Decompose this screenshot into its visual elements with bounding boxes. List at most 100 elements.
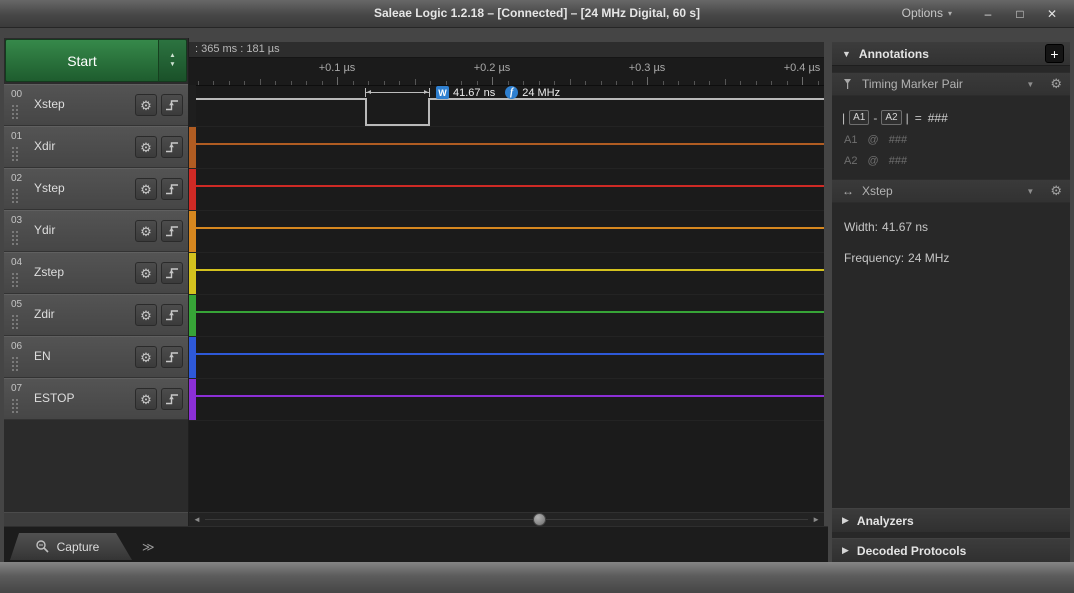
channel-row[interactable]: 03 Ydir ⚙	[4, 210, 188, 252]
waveform-channel-row[interactable]	[189, 211, 824, 253]
channel-row[interactable]: 02 Ystep ⚙	[4, 168, 188, 210]
waveform-trace-segment	[365, 98, 367, 126]
trigger-edge-icon	[166, 310, 178, 321]
drag-handle-icon[interactable]	[12, 273, 14, 275]
add-annotation-button[interactable]: +	[1045, 44, 1064, 63]
drag-handle-icon[interactable]	[12, 399, 14, 401]
waveform-channel-row[interactable]	[189, 379, 824, 421]
gear-icon: ⚙	[140, 265, 152, 281]
drag-handle-icon[interactable]	[12, 189, 14, 191]
drag-handle-icon[interactable]	[12, 231, 14, 233]
annotations-header[interactable]: ▼ Annotations +	[832, 42, 1070, 66]
capture-tab-label: Capture	[56, 539, 100, 554]
scroll-right-button[interactable]: ►	[812, 514, 820, 526]
waveform-channel-row[interactable]	[189, 337, 824, 379]
channel-trigger-button[interactable]	[161, 262, 183, 284]
frequency-value: 24 MHz	[908, 251, 950, 265]
waveform-trace-container	[189, 169, 824, 210]
channel-number: 04	[11, 257, 23, 268]
waveform-trace-segment	[196, 311, 824, 313]
gear-icon[interactable]: ⚙	[1050, 76, 1062, 92]
waveform-channel-row[interactable]	[189, 169, 824, 211]
waveform-channel-row[interactable]	[189, 295, 824, 337]
channel-number: 02	[11, 173, 23, 184]
channel-number: 01	[11, 131, 23, 142]
channel-row[interactable]: 07 ESTOP ⚙	[4, 378, 188, 420]
a1-value: ###	[888, 134, 908, 146]
width-arrows-icon: ↔	[842, 184, 854, 198]
bottom-tab-bar: Capture ≫	[4, 526, 828, 562]
channel-settings-button[interactable]: ⚙	[135, 262, 157, 284]
waveform-channel-row[interactable]	[189, 127, 824, 169]
scrollbar-track[interactable]	[205, 519, 808, 520]
timing-marker-pair-icon	[844, 79, 851, 89]
channel-number: 05	[11, 299, 23, 310]
channel-settings-button[interactable]: ⚙	[135, 346, 157, 368]
drag-handle-icon[interactable]	[12, 315, 14, 317]
channel-label[interactable]: Xstep	[34, 97, 65, 111]
waveform-trace-segment	[196, 98, 365, 100]
waveform-channel-row[interactable]	[189, 253, 824, 295]
collapse-closed-icon: ▶	[842, 515, 849, 525]
timing-marker-pair-header[interactable]: Timing Marker Pair ▼ ⚙	[832, 72, 1070, 96]
dropdown-arrow-icon[interactable]: ▼	[1026, 80, 1034, 89]
collapse-open-icon: ▼	[842, 48, 851, 59]
channel-settings-button[interactable]: ⚙	[135, 178, 157, 200]
xstep-measurement-header[interactable]: ↔ Xstep ▼ ⚙	[832, 179, 1070, 203]
channel-trigger-button[interactable]	[161, 94, 183, 116]
channel-trigger-button[interactable]	[161, 220, 183, 242]
channel-trigger-button[interactable]	[161, 178, 183, 200]
channel-row[interactable]: 06 EN ⚙	[4, 336, 188, 378]
capture-tab[interactable]: Capture	[10, 533, 132, 560]
channel-trigger-button[interactable]	[161, 304, 183, 326]
time-ruler[interactable]: +0.1 µs +0.2 µs +0.3 µs +0.4 µs	[189, 58, 824, 86]
options-menu[interactable]: Options ▾	[902, 6, 952, 20]
gear-icon: ⚙	[140, 97, 152, 113]
channel-settings-button[interactable]: ⚙	[135, 388, 157, 410]
scrollbar-thumb[interactable]	[533, 513, 546, 526]
more-tabs-button[interactable]: ≫	[142, 540, 155, 554]
channel-trigger-button[interactable]	[161, 388, 183, 410]
channel-trigger-button[interactable]	[161, 136, 183, 158]
channel-settings-button[interactable]: ⚙	[135, 94, 157, 116]
waveform-area[interactable]: W 41.67 ns f 24 MHz	[189, 85, 824, 421]
channel-row[interactable]: 04 Zstep ⚙	[4, 252, 188, 294]
scroll-left-button[interactable]: ◄	[193, 514, 201, 526]
channel-settings-button[interactable]: ⚙	[135, 136, 157, 158]
channel-row[interactable]: 00 Xstep ⚙	[4, 84, 188, 126]
waveform-panel[interactable]: : 365 ms : 181 µs +0.1 µs +0.2 µs +0.3 µs +…	[189, 42, 824, 526]
start-button[interactable]: Start	[5, 39, 158, 82]
dropdown-arrow-icon[interactable]: ▼	[1026, 187, 1034, 196]
channel-row[interactable]: 05 Zdir ⚙	[4, 294, 188, 336]
a1-position-row: A1 @ ###	[844, 134, 1070, 146]
channel-settings-button[interactable]: ⚙	[135, 304, 157, 326]
channel-label[interactable]: Ystep	[34, 181, 65, 195]
close-button[interactable]: ✕	[1036, 7, 1068, 21]
analyzers-header[interactable]: ▶ Analyzers	[832, 508, 1070, 532]
waveform-rows	[189, 85, 824, 421]
channel-label[interactable]: Ydir	[34, 223, 55, 237]
drag-handle-icon[interactable]	[12, 105, 14, 107]
arrow-down-icon: ▼	[169, 61, 176, 68]
channel-row[interactable]: 01 Xdir ⚙	[4, 126, 188, 168]
channel-settings-button[interactable]: ⚙	[135, 220, 157, 242]
channel-trigger-button[interactable]	[161, 346, 183, 368]
minimize-button[interactable]: –	[972, 7, 1004, 21]
gear-icon[interactable]: ⚙	[1050, 183, 1062, 199]
horizontal-scrollbar[interactable]: ◄ ►	[189, 512, 824, 526]
maximize-button[interactable]: □	[1004, 7, 1036, 21]
channel-label[interactable]: Zstep	[34, 265, 64, 279]
drag-handle-icon[interactable]	[12, 147, 14, 149]
channel-label[interactable]: Zdir	[34, 307, 55, 321]
channel-label[interactable]: ESTOP	[34, 391, 74, 405]
channel-label[interactable]: Xdir	[34, 139, 55, 153]
width-span-arrow-icon	[365, 88, 430, 97]
channel-label[interactable]: EN	[34, 349, 51, 363]
capture-options-button[interactable]: ▲ ▼	[158, 39, 187, 82]
waveform-trace-container	[189, 211, 824, 252]
decoded-protocols-header[interactable]: ▶ Decoded Protocols	[832, 538, 1070, 562]
at-glyph: @	[867, 134, 879, 146]
ruler-label: +0.3 µs	[628, 62, 666, 74]
drag-handle-icon[interactable]	[12, 357, 14, 359]
arrow-up-icon: ▲	[169, 52, 176, 59]
